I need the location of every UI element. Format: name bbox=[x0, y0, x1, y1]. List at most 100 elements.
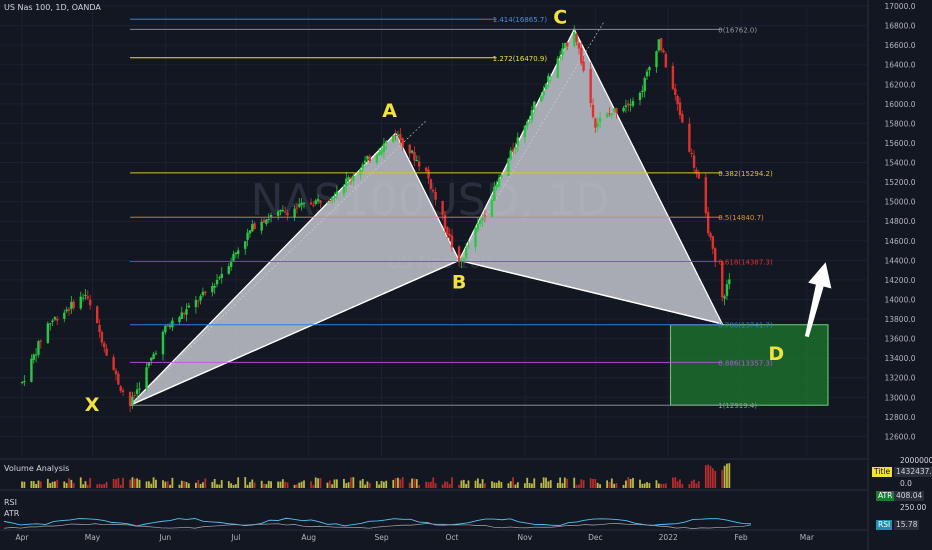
candle-body bbox=[86, 296, 89, 299]
volume-bar bbox=[51, 481, 54, 488]
y-tick-label: 14200.0 bbox=[884, 276, 915, 285]
volume-bar bbox=[364, 484, 366, 488]
candle-body bbox=[187, 305, 191, 308]
candle-body bbox=[692, 155, 696, 168]
candle-body bbox=[483, 215, 487, 217]
volume-bar bbox=[96, 484, 99, 488]
candle-body bbox=[117, 373, 120, 385]
candle-body bbox=[128, 392, 132, 406]
candle-body bbox=[573, 32, 576, 46]
candle-body bbox=[380, 150, 383, 154]
candle-body bbox=[638, 92, 642, 101]
candle-body bbox=[580, 47, 583, 64]
volume-bar bbox=[270, 481, 272, 488]
volume-bar bbox=[232, 484, 235, 488]
candle-body bbox=[457, 246, 461, 262]
candle-body bbox=[714, 248, 717, 263]
candle-body bbox=[70, 301, 73, 309]
volume-bar bbox=[112, 478, 115, 488]
volume-bar bbox=[335, 479, 338, 488]
candle-body bbox=[251, 224, 254, 232]
y-tick-label: 15600.0 bbox=[884, 139, 915, 148]
y-tick-label: 13600.0 bbox=[884, 335, 915, 344]
atr-panel-label: ATR bbox=[4, 509, 20, 518]
candle-body bbox=[659, 38, 663, 51]
candle-body bbox=[180, 312, 183, 319]
candle-body bbox=[368, 156, 371, 162]
volume-bar bbox=[281, 479, 284, 488]
fib-level-label: 0.618(14387.3) bbox=[718, 259, 773, 267]
candle-body bbox=[103, 343, 106, 348]
candle-body bbox=[558, 56, 562, 58]
volume-bar bbox=[413, 478, 416, 488]
candle-body bbox=[448, 233, 451, 237]
volume-bar bbox=[171, 477, 174, 488]
candle-body bbox=[608, 113, 611, 115]
pattern-point-label: B bbox=[452, 271, 466, 293]
candle-body bbox=[168, 325, 172, 328]
candle-body bbox=[211, 286, 214, 293]
candle-body bbox=[706, 212, 710, 234]
candle-body bbox=[178, 317, 181, 323]
candle-body bbox=[725, 284, 729, 296]
volume-bar bbox=[451, 477, 453, 488]
y-tick-label: 16800.0 bbox=[884, 22, 915, 31]
volume-bar bbox=[53, 481, 56, 488]
volume-bar bbox=[333, 479, 336, 488]
candle-body bbox=[32, 354, 35, 360]
candle-body bbox=[152, 354, 155, 360]
candle-body bbox=[39, 340, 42, 342]
volume-bar bbox=[39, 481, 42, 488]
volume-bar bbox=[641, 483, 644, 488]
candle-body bbox=[533, 101, 536, 110]
fib-level-label: 0.886(13357.3) bbox=[718, 359, 773, 367]
volume-bar bbox=[368, 483, 371, 488]
candle-body bbox=[265, 219, 268, 224]
volume-bar bbox=[378, 484, 381, 488]
candle-body bbox=[728, 279, 731, 285]
volume-bar bbox=[122, 477, 124, 488]
volume-bar bbox=[425, 481, 428, 488]
candle-body bbox=[88, 299, 92, 306]
candle-body bbox=[283, 211, 287, 213]
price-chart[interactable]: 12600.0 12800.0 13000.0 13200.0 13400.0 13600… bbox=[0, 0, 932, 550]
candle-body bbox=[112, 357, 115, 371]
volume-bar bbox=[180, 480, 183, 488]
volume-bar bbox=[509, 481, 512, 488]
volume-bar bbox=[531, 483, 533, 488]
atr-axis: 250.00 bbox=[900, 503, 927, 512]
candle-body bbox=[575, 33, 578, 43]
candle-body bbox=[293, 208, 296, 218]
x-tick-label: Mar bbox=[800, 533, 815, 542]
candle-body bbox=[497, 178, 501, 187]
volume-bar bbox=[63, 481, 66, 488]
candle-body bbox=[671, 66, 675, 89]
fib-level-label: 0.382(15294.2) bbox=[718, 170, 773, 178]
volume-bar bbox=[310, 481, 312, 488]
volume-bar bbox=[662, 483, 665, 488]
volume-bar bbox=[484, 483, 486, 488]
candle-body bbox=[631, 100, 635, 106]
volume-bar bbox=[721, 470, 724, 488]
volume-bar bbox=[21, 481, 23, 488]
candle-body bbox=[302, 202, 306, 204]
volume-axis-top: 2000000.0 bbox=[900, 456, 932, 465]
volume-bar bbox=[606, 480, 609, 488]
volume-bar bbox=[312, 484, 315, 488]
volume-bar bbox=[202, 482, 204, 488]
x-tick-label: Apr bbox=[16, 533, 30, 542]
candle-body bbox=[516, 137, 520, 146]
pattern-point-label: A bbox=[382, 100, 397, 122]
candle-body bbox=[434, 191, 437, 200]
candle-body bbox=[563, 42, 567, 49]
candle-body bbox=[417, 161, 421, 167]
volume-bar bbox=[573, 477, 576, 488]
volume-bar bbox=[352, 477, 355, 488]
volume-bar bbox=[147, 481, 150, 488]
volume-bar bbox=[253, 482, 256, 488]
volume-bar bbox=[178, 484, 181, 488]
volume-panel-label: Volume Analysis bbox=[4, 464, 70, 473]
candle-body bbox=[201, 291, 205, 296]
volume-bar bbox=[507, 483, 510, 488]
candle-body bbox=[30, 358, 33, 382]
